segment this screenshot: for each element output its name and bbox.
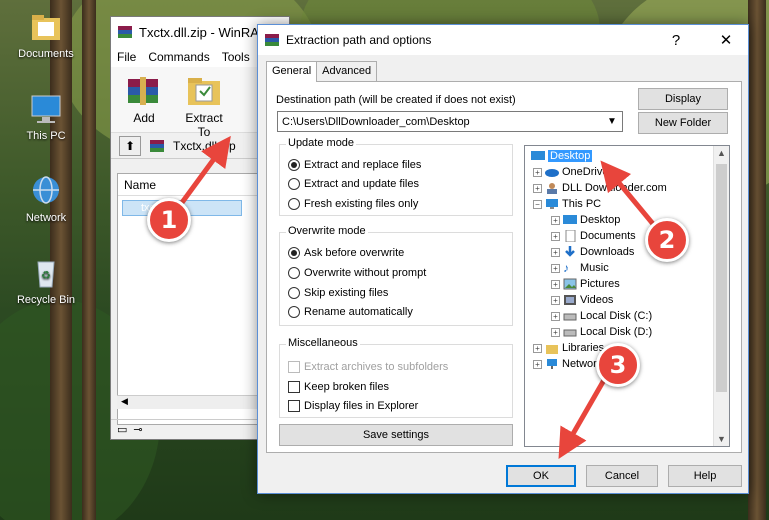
tab-general[interactable]: General xyxy=(266,61,318,82)
arrow-1 xyxy=(175,135,231,210)
arrow-3 xyxy=(558,378,607,459)
annotation-badge-3: 3 xyxy=(596,343,640,387)
arrow-2 xyxy=(600,160,660,232)
annotation-arrows xyxy=(175,135,660,459)
annotation-badge-2: 2 xyxy=(645,218,689,262)
annotation-badge-1: 1 xyxy=(147,198,191,242)
